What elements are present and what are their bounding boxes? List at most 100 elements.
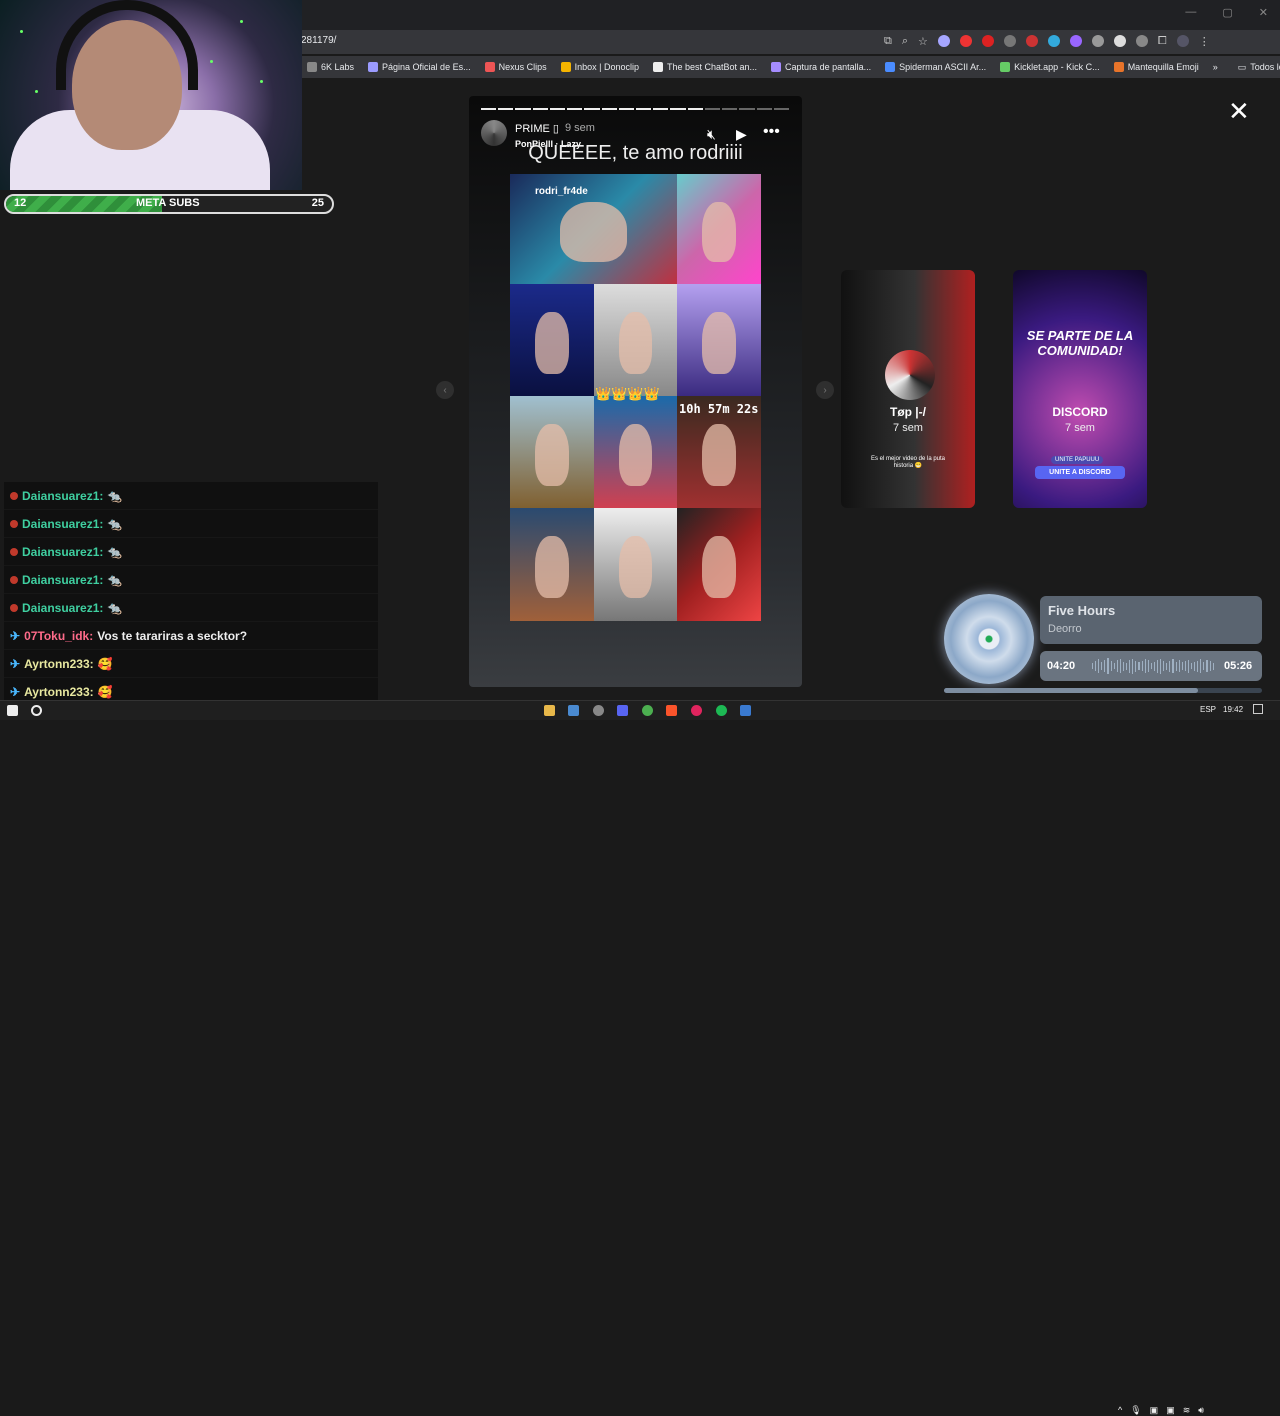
waveform-bar (1119, 659, 1121, 673)
story-progress-segment (549, 108, 566, 110)
chrome-icon[interactable] (642, 705, 653, 716)
bookmark-item[interactable]: The best ChatBot an... (646, 62, 764, 72)
url-text[interactable]: 281179/ (301, 35, 336, 46)
bookmark-item[interactable]: Spiderman ASCII Ar... (878, 62, 993, 72)
tray-icon[interactable]: ▣ (1150, 1405, 1159, 1416)
search-icon[interactable] (31, 705, 42, 716)
waveform-bar (1172, 659, 1174, 673)
collage-photo (510, 508, 594, 621)
side-story-name: DISCORD (1052, 405, 1108, 419)
extension-icon[interactable] (1113, 35, 1126, 47)
previous-story-button[interactable]: ‹ (436, 381, 454, 399)
zoom-icon[interactable]: ⌕ (902, 35, 908, 48)
language-indicator[interactable]: ESP (1200, 705, 1216, 714)
play-icon[interactable]: ▶ (736, 126, 747, 143)
volume-icon[interactable]: 🔊︎ (1198, 1405, 1204, 1416)
next-story-button[interactable]: › (816, 381, 834, 399)
menu-icon[interactable]: ⋮ (1199, 35, 1210, 48)
extension-icon[interactable] (981, 35, 994, 47)
side-story-discord[interactable]: SE PARTE DE LA COMUNIDAD! DISCORD 7 sem … (1013, 270, 1147, 508)
wifi-icon[interactable]: ≋ (1183, 1405, 1191, 1416)
crown-icons: 👑👑👑👑 (595, 386, 660, 401)
app-icon[interactable] (593, 705, 604, 716)
app-icon[interactable] (691, 705, 702, 716)
story-viewer[interactable]: PRIME ▯ 9 sem PonPiellI · Lazy QUEEEE, t… (469, 96, 802, 687)
story-progress-segment (481, 108, 497, 110)
waveform-bar (1107, 658, 1109, 674)
chat-overlay: Daiansuarez1: 🐀 Daiansuarez1: 🐀 Daiansuare… (4, 482, 378, 706)
windows-start-icon[interactable] (7, 705, 18, 716)
extension-icon[interactable] (1047, 35, 1060, 47)
collage-person (702, 312, 736, 374)
chevron-up-icon[interactable]: ^ (1118, 1405, 1122, 1416)
extension-icon[interactable] (1135, 35, 1148, 47)
collage-person (535, 312, 569, 374)
bookmark-item[interactable]: Kicklet.app - Kick C... (993, 62, 1107, 72)
more-options-icon[interactable]: ••• (763, 123, 780, 141)
subs-goal: 25 (311, 197, 324, 209)
story-username[interactable]: PRIME ▯ (515, 122, 559, 135)
maximize-icon[interactable]: ▢ (1222, 6, 1232, 19)
star-icon[interactable]: ☆ (918, 35, 928, 48)
tray-icon[interactable]: ▣ (1166, 1405, 1175, 1416)
story-progress-segment (670, 108, 686, 110)
all-bookmarks-button[interactable]: ▭Todos los marcadores (1231, 62, 1280, 73)
waveform-bar (1150, 663, 1152, 669)
clock[interactable]: 19:42 (1223, 705, 1243, 714)
bookmark-item[interactable]: Página Oficial de Es... (361, 62, 478, 72)
collage-photo (510, 284, 594, 396)
puzzle-icon[interactable]: ⧠ (1158, 35, 1167, 48)
bookmark-item[interactable]: Nexus Clips (478, 62, 554, 72)
extension-icon[interactable] (1003, 35, 1016, 47)
extension-icon[interactable] (1069, 35, 1082, 47)
bookmark-item[interactable]: Mantequilla Emoji (1107, 62, 1206, 72)
brave-icon[interactable] (666, 705, 677, 716)
waveform-bar (1194, 661, 1196, 671)
side-story-top[interactable]: Tøp |-/ 7 sem Es el mejor video de la pu… (841, 270, 975, 508)
story-progress-segment (601, 108, 617, 110)
bookmark-icon (368, 62, 379, 72)
bookmark-item[interactable]: Captura de pantalla... (764, 62, 878, 72)
steam-icon[interactable] (568, 705, 579, 716)
install-icon[interactable]: ⧉ (884, 35, 892, 48)
chat-message: Daiansuarez1: 🐀 (4, 482, 378, 510)
close-icon[interactable]: ✕ (1228, 98, 1250, 124)
bookmark-icon (1113, 62, 1124, 72)
mute-icon[interactable]: 🔇︎ (707, 126, 716, 143)
close-window-icon[interactable]: ✕ (1259, 6, 1268, 19)
minimize-icon[interactable]: — (1185, 6, 1196, 19)
extension-icon[interactable] (937, 35, 950, 47)
waveform-bar (1181, 662, 1183, 670)
discord-icon[interactable] (617, 705, 628, 716)
extension-icon[interactable] (959, 35, 972, 47)
mic-icon[interactable]: 🎙︎ (1130, 1405, 1141, 1416)
chat-message: Daiansuarez1: 🐀 (4, 566, 378, 594)
waveform-bar (1166, 662, 1168, 670)
bookmark-icon (484, 62, 495, 72)
bookmarks-overflow-button[interactable]: » (1206, 62, 1225, 72)
waveform-bar (1187, 659, 1189, 673)
waveform-bar (1206, 660, 1208, 672)
bookmark-item[interactable]: Inbox | Donoclip (554, 62, 646, 72)
avatar (885, 350, 935, 400)
subs-goal-bar: 12 META SUBS 25 (4, 194, 334, 214)
profile-icon[interactable] (1176, 35, 1189, 47)
story-caption: QUEEEE, te amo rodriiii (528, 142, 743, 164)
notification-icon[interactable] (1253, 704, 1263, 714)
folder-icon[interactable] (544, 705, 555, 716)
collage-photo (510, 396, 594, 508)
app-icon[interactable] (740, 705, 751, 716)
side-story-caption: Es el mejor video de la puta historia 😁 (870, 456, 946, 469)
spotify-icon[interactable] (716, 705, 727, 716)
extension-icon[interactable] (1025, 35, 1038, 47)
info-icon[interactable] (1091, 35, 1104, 47)
collage-username: rodri_fr4de (535, 186, 588, 197)
badge-icon (10, 603, 18, 612)
badge-icon (10, 519, 18, 528)
chat-message: Daiansuarez1: 🐀 (4, 538, 378, 566)
waveform-bar (1126, 662, 1128, 670)
story-progress-segment (773, 108, 789, 110)
bookmark-item[interactable]: 6K Labs (300, 62, 361, 72)
waveform-bar (1197, 660, 1199, 672)
collage-person (618, 424, 653, 486)
